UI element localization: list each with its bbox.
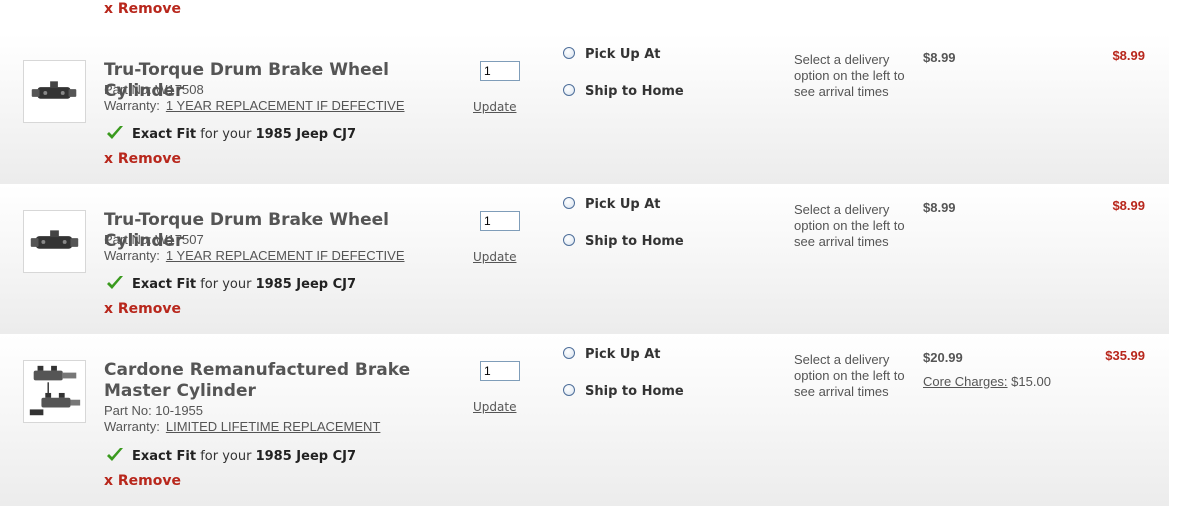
pickup-radio[interactable] — [563, 197, 575, 209]
core-charges: Core Charges: $15.00 — [923, 374, 1051, 389]
warranty: Warranty: 1 YEAR REPLACEMENT IF DEFECTIVE — [104, 98, 405, 114]
total-price: $35.99 — [1105, 348, 1145, 363]
cart-row: Cardone Remanufactured Brake Master Cyli… — [0, 334, 1169, 506]
pickup-option[interactable]: Pick Up At — [563, 47, 661, 62]
delivery-note: Select a delivery option on the left to … — [794, 202, 905, 249]
unit-price: $20.99 — [923, 350, 963, 365]
pickup-label: Pick Up At — [585, 47, 661, 62]
master-cylinder-image — [29, 365, 81, 416]
warranty-label: Warranty: — [104, 98, 160, 113]
ship-label: Ship to Home — [585, 384, 684, 399]
product-thumbnail[interactable] — [23, 210, 86, 273]
warranty: Warranty: 1 YEAR REPLACEMENT IF DEFECTIVE — [104, 248, 405, 264]
unit-price: $8.99 — [923, 50, 956, 65]
vehicle-name: 1985 Jeep CJ7 — [255, 127, 357, 142]
warranty-link[interactable]: 1 YEAR REPLACEMENT IF DEFECTIVE — [166, 98, 405, 113]
checkmark-icon — [107, 448, 123, 461]
total-price: $8.99 — [1112, 48, 1145, 63]
fit-for: for your — [200, 449, 252, 464]
warranty-link[interactable]: LIMITED LIFETIME REPLACEMENT — [166, 419, 381, 434]
wheel-cylinder-image — [30, 230, 79, 249]
fit-label: Exact Fit — [132, 277, 197, 292]
warranty: Warranty: LIMITED LIFETIME REPLACEMENT — [104, 419, 380, 435]
core-charges-value: $15.00 — [1011, 374, 1051, 389]
pickup-option[interactable]: Pick Up At — [563, 197, 661, 212]
fit-label: Exact Fit — [132, 449, 197, 464]
exact-fit: Exact Fit for your 1985 Jeep CJ7 — [106, 275, 356, 292]
total-price: $8.99 — [1112, 198, 1145, 213]
update-link[interactable]: Update — [473, 100, 516, 114]
ship-radio[interactable] — [563, 234, 575, 246]
part-number: Part No: 10-1955 — [104, 403, 204, 418]
quantity-input[interactable] — [480, 211, 520, 231]
quantity-input[interactable] — [480, 361, 520, 381]
update-link[interactable]: Update — [473, 250, 516, 264]
fit-for: for your — [200, 127, 252, 142]
warranty-label: Warranty: — [104, 248, 160, 263]
exact-fit: Exact Fit for your 1985 Jeep CJ7 — [106, 447, 356, 464]
delivery-note: Select a delivery option on the left to … — [794, 352, 905, 399]
pickup-label: Pick Up At — [585, 347, 661, 362]
pickup-label: Pick Up At — [585, 197, 661, 212]
remove-link[interactable]: x Remove — [104, 473, 181, 489]
part-number: Part No: W17508 — [104, 82, 204, 97]
ship-radio[interactable] — [563, 384, 575, 396]
cart-row: Tru-Torque Drum Brake Wheel Cylinder Par… — [0, 34, 1169, 184]
ship-option[interactable]: Ship to Home — [563, 234, 684, 249]
delivery-note: Select a delivery option on the left to … — [794, 52, 905, 99]
unit-price: $8.99 — [923, 200, 956, 215]
pickup-radio[interactable] — [563, 47, 575, 59]
cart-row: Tru-Torque Drum Brake Wheel Cylinder Par… — [0, 184, 1169, 334]
ship-label: Ship to Home — [585, 84, 684, 99]
remove-link[interactable]: x Remove — [104, 151, 181, 167]
product-thumbnail[interactable] — [23, 60, 86, 123]
quantity-input[interactable] — [480, 61, 520, 81]
pickup-option[interactable]: Pick Up At — [563, 347, 661, 362]
vehicle-name: 1985 Jeep CJ7 — [255, 449, 357, 464]
wheel-cylinder-image — [31, 81, 77, 99]
fit-for: for your — [200, 277, 252, 292]
pickup-radio[interactable] — [563, 347, 575, 359]
warranty-link[interactable]: 1 YEAR REPLACEMENT IF DEFECTIVE — [166, 248, 405, 263]
warranty-label: Warranty: — [104, 419, 160, 434]
part-number: Part No: W17507 — [104, 232, 204, 247]
core-charges-link[interactable]: Core Charges: — [923, 374, 1008, 389]
remove-link[interactable]: x Remove — [104, 1, 181, 17]
ship-option[interactable]: Ship to Home — [563, 84, 684, 99]
product-title[interactable]: Cardone Remanufactured Brake Master Cyli… — [104, 360, 464, 402]
fit-label: Exact Fit — [132, 127, 197, 142]
update-link[interactable]: Update — [473, 400, 516, 414]
ship-option[interactable]: Ship to Home — [563, 384, 684, 399]
ship-radio[interactable] — [563, 84, 575, 96]
remove-link[interactable]: x Remove — [104, 301, 181, 317]
vehicle-name: 1985 Jeep CJ7 — [255, 277, 357, 292]
checkmark-icon — [107, 276, 123, 289]
exact-fit: Exact Fit for your 1985 Jeep CJ7 — [106, 125, 356, 142]
checkmark-icon — [107, 126, 123, 139]
ship-label: Ship to Home — [585, 234, 684, 249]
product-thumbnail[interactable] — [23, 360, 86, 423]
